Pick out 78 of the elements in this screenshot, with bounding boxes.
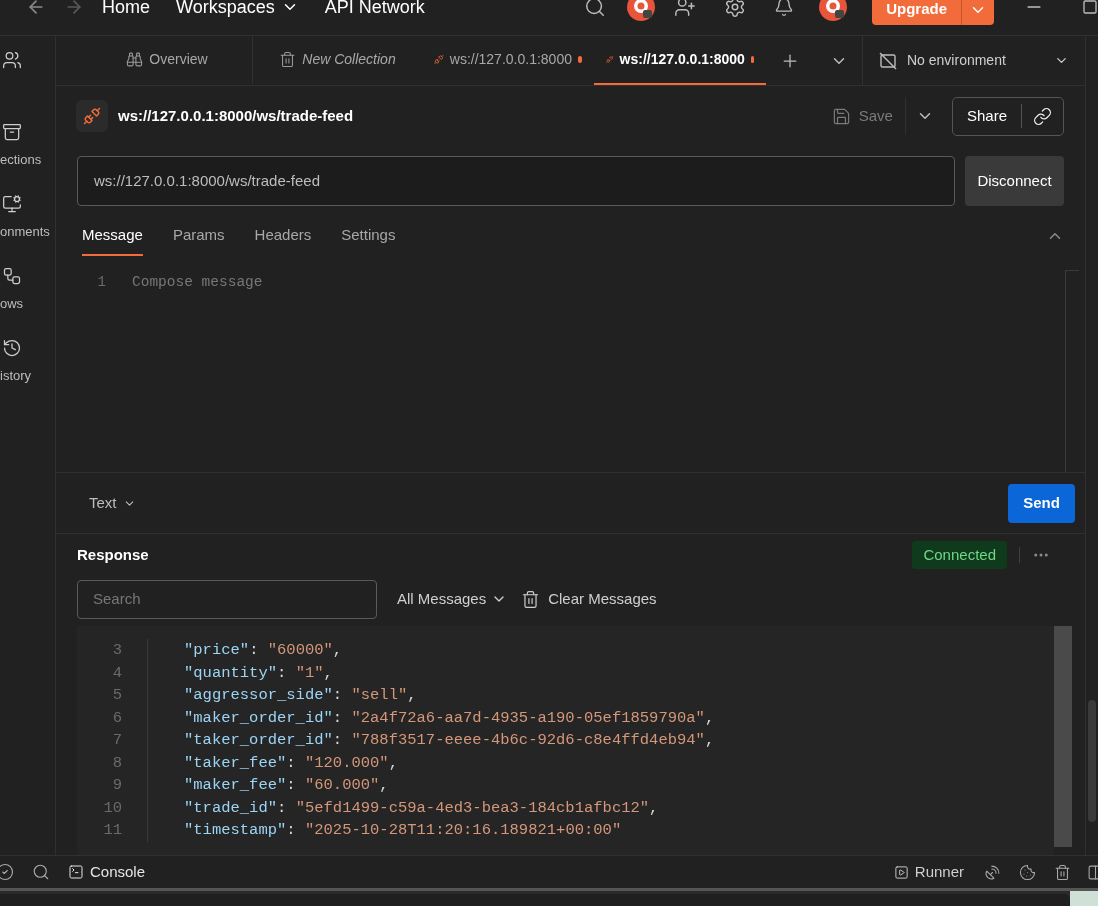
request-tab[interactable]: Overview bbox=[82, 36, 252, 85]
nav-menu-item[interactable]: Workspaces bbox=[176, 0, 299, 21]
line-number: 10 bbox=[102, 797, 122, 819]
terminal-icon bbox=[68, 864, 84, 880]
play-icon bbox=[893, 864, 909, 880]
sidebar-label[interactable]: istory bbox=[0, 366, 32, 386]
message-tab[interactable]: Settings bbox=[341, 216, 396, 256]
message-tab[interactable]: Message bbox=[82, 216, 143, 256]
send-button[interactable]: Send bbox=[1008, 483, 1075, 523]
message-editor[interactable]: Compose message bbox=[132, 268, 1065, 472]
bell-icon[interactable] bbox=[774, 0, 795, 17]
line-number: 3 bbox=[111, 640, 122, 661]
response-title: Response bbox=[77, 544, 149, 565]
format-dropdown[interactable]: Text bbox=[89, 491, 136, 515]
code-line: "taker_fee": "120.000", bbox=[184, 752, 398, 774]
settings-icon[interactable] bbox=[724, 0, 747, 18]
tab-label[interactable]: New Collection bbox=[302, 49, 396, 70]
sidebar-label[interactable]: onments bbox=[0, 222, 50, 242]
line-number: 9 bbox=[111, 775, 122, 796]
url-field[interactable]: ws://127.0.0.1:8000/ws/trade-feed bbox=[77, 156, 955, 206]
people-icon bbox=[2, 50, 22, 70]
link-icon[interactable] bbox=[1033, 106, 1052, 126]
save-icon bbox=[831, 106, 851, 126]
code-line: "taker_order_id": "788f3517-eeee-4b6c-92d6-c8e4ffd4eb94", bbox=[184, 730, 715, 751]
message-tab[interactable]: Headers bbox=[254, 216, 312, 256]
sidebar-label[interactable]: ections bbox=[0, 150, 42, 170]
connection-status: Connected bbox=[912, 540, 1007, 570]
maximize-icon[interactable] bbox=[1082, 0, 1098, 15]
request-tab[interactable]: New Collection bbox=[252, 36, 422, 85]
save-button[interactable]: Save bbox=[831, 97, 906, 135]
bin-icon bbox=[279, 51, 297, 68]
search-icon[interactable] bbox=[32, 863, 50, 881]
disconnect-button[interactable]: Disconnect bbox=[965, 156, 1064, 206]
nav-menu-item[interactable]: API Network bbox=[324, 0, 425, 21]
sidebar-label[interactable]: ows bbox=[0, 294, 24, 314]
line-number: 8 bbox=[111, 752, 122, 774]
binoculars-icon bbox=[126, 51, 144, 68]
crossed-square-icon bbox=[879, 51, 897, 70]
code-line: "trade_id": "5efd1499-c59a-4ed3-bea3-184cb1afbc12", bbox=[184, 797, 659, 819]
avatar-icon[interactable] bbox=[818, 0, 849, 22]
tab-label[interactable]: ws://127.0.0.1:8000 bbox=[619, 49, 745, 70]
clear-messages-button[interactable]: Clear Messages bbox=[521, 587, 657, 611]
avatar-icon[interactable] bbox=[626, 0, 657, 22]
environment-selector[interactable]: No environment bbox=[862, 36, 1085, 85]
plug-icon bbox=[83, 107, 101, 125]
history-icon bbox=[2, 338, 22, 358]
bin-icon bbox=[521, 589, 541, 609]
line-number: 7 bbox=[111, 730, 122, 751]
request-title: ws://127.0.0.1:8000/ws/trade-feed bbox=[118, 105, 354, 126]
request-tab[interactable]: ws://127.0.0.1:8000 bbox=[422, 36, 594, 85]
search-icon[interactable] bbox=[584, 0, 607, 18]
bin-icon[interactable] bbox=[1054, 863, 1071, 881]
monitor-icon bbox=[2, 194, 22, 214]
request-tab[interactable]: ws://127.0.0.1:8000 bbox=[594, 36, 766, 85]
console-button[interactable]: Console bbox=[68, 860, 146, 884]
line-number: 5 bbox=[111, 685, 122, 706]
tab-label[interactable]: ws://127.0.0.1:8000 bbox=[449, 49, 572, 70]
message-filter-dropdown[interactable]: All Messages bbox=[397, 587, 508, 611]
runner-button[interactable]: Runner bbox=[893, 860, 964, 884]
message-tab[interactable]: Params bbox=[172, 216, 225, 256]
line-number: 6 bbox=[111, 707, 122, 729]
code-line: "maker_fee": "60.000", bbox=[184, 775, 389, 796]
satellite-dish-icon[interactable] bbox=[984, 863, 1001, 881]
code-line: "price": "60000", bbox=[184, 640, 343, 661]
line-number: 4 bbox=[111, 662, 122, 684]
invite-user-icon[interactable] bbox=[674, 0, 697, 18]
cookie-icon[interactable] bbox=[1019, 863, 1036, 881]
line-number: 11 bbox=[102, 820, 122, 841]
search-field[interactable]: Search bbox=[77, 579, 377, 619]
line-number: 1 bbox=[96, 273, 106, 292]
flow-icon bbox=[2, 266, 22, 286]
tab-label[interactable]: Overview bbox=[149, 49, 208, 70]
code-line: "quantity": "1", bbox=[184, 662, 333, 684]
code-line: "maker_order_id": "2a4f72a6-aa7d-4935-a190-05ef1859790a", bbox=[184, 707, 715, 729]
code-line: "aggressor_side": "sell", bbox=[184, 685, 417, 706]
code-line: "timestamp": "2025-10-28T11:20:16.189821+00:00" bbox=[184, 820, 622, 841]
archive-icon bbox=[2, 122, 22, 142]
nav-menu-item[interactable]: Home bbox=[102, 0, 150, 21]
